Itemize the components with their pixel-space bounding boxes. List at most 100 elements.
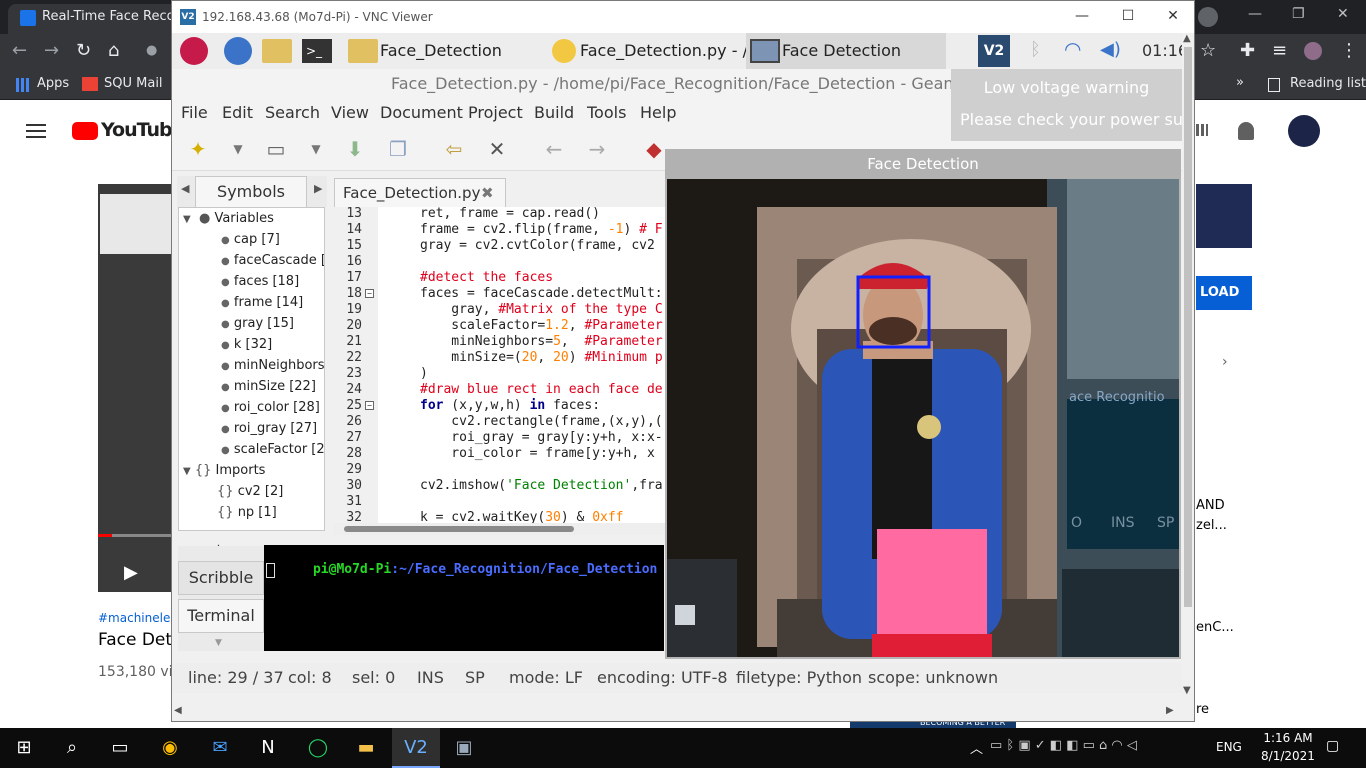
- code-editor[interactable]: 13 14 15 16 17 18 19 20 21 22 23 24 25 2…: [334, 207, 666, 523]
- editor-horizontal-scrollbar[interactable]: [334, 523, 666, 535]
- scroll-up-icon[interactable]: ▲: [1183, 33, 1191, 44]
- volume-icon[interactable]: ◀): [1100, 39, 1121, 60]
- tab-scroll-right-icon[interactable]: ▶: [314, 182, 322, 195]
- revert-icon[interactable]: ⇦: [442, 137, 466, 161]
- menu-tools[interactable]: Tools: [587, 103, 626, 122]
- save-all-icon[interactable]: ❐: [386, 137, 410, 161]
- bluetooth-icon[interactable]: ᛒ: [1030, 39, 1041, 60]
- task-face-window[interactable]: Face Detection: [746, 33, 946, 69]
- menu-view[interactable]: View: [331, 103, 369, 122]
- symbol-item[interactable]: {} cv2 [2]: [217, 481, 283, 502]
- symbol-item[interactable]: ● roi_gray [27]: [221, 418, 317, 439]
- notification-center-icon[interactable]: ▢: [1326, 738, 1339, 754]
- fold-marker-icon[interactable]: −: [365, 289, 374, 298]
- open-file-icon[interactable]: ▭: [264, 137, 288, 161]
- menu-edit[interactable]: Edit: [222, 103, 253, 122]
- search-icon[interactable]: ⌕: [48, 728, 96, 768]
- chrome-app-icon[interactable]: ◉: [146, 728, 194, 768]
- video-player[interactable]: ▶: [98, 184, 172, 592]
- symbol-item[interactable]: ● roi_color [28]: [221, 397, 320, 418]
- menu-search[interactable]: Search: [265, 103, 320, 122]
- chevron-right-icon[interactable]: ›: [1222, 354, 1228, 370]
- file-manager-icon[interactable]: [262, 39, 292, 63]
- task-view-icon[interactable]: ▭: [96, 728, 144, 768]
- msg-scroll-down-icon[interactable]: ▼: [215, 638, 222, 648]
- vscroll-thumb[interactable]: [1184, 47, 1192, 607]
- terminal-pane[interactable]: pi@Mo7d-Pi:~/Face_Recognition/Face_Detec…: [264, 545, 664, 651]
- chrome-close-icon[interactable]: ✕: [1337, 6, 1349, 22]
- windows-start-icon[interactable]: ⊞: [0, 728, 48, 768]
- scroll-left-icon[interactable]: ◀: [174, 705, 182, 716]
- play-icon[interactable]: ▶: [124, 562, 138, 583]
- scroll-right-icon[interactable]: ▶: [1166, 705, 1174, 716]
- wifi-icon[interactable]: ◠: [1064, 37, 1081, 61]
- scrollbar-thumb[interactable]: [344, 526, 574, 532]
- download-button[interactable]: LOAD: [1196, 276, 1252, 310]
- chrome-minimize-icon[interactable]: —: [1248, 6, 1262, 22]
- language-indicator[interactable]: ENG: [1216, 740, 1242, 754]
- youtube-logo-icon[interactable]: [72, 122, 98, 140]
- bookmark-star-icon[interactable]: ☆: [1200, 42, 1216, 60]
- symbol-item[interactable]: ● scaleFactor [20: [221, 439, 324, 460]
- home-icon[interactable]: ⌂: [108, 42, 119, 60]
- vnc-server-tray-icon[interactable]: V2: [978, 35, 1010, 67]
- menu-document[interactable]: Document: [380, 103, 463, 122]
- vnc-close-icon[interactable]: ✕: [1150, 1, 1196, 33]
- face-window-titlebar[interactable]: Face Detection: [665, 149, 1181, 179]
- compile-icon[interactable]: ◆: [642, 137, 666, 161]
- open-dropdown-icon[interactable]: ▼: [304, 137, 328, 161]
- task-geany[interactable]: Face_Detection.py - /...: [546, 33, 763, 69]
- bookmark-apps[interactable]: Apps: [37, 76, 69, 91]
- bookmarks-more-icon[interactable]: »: [1236, 75, 1244, 90]
- symbol-item[interactable]: ● gray [15]: [221, 313, 294, 334]
- system-tray-icons[interactable]: ▭ ᛒ ▣ ✓ ◧ ◧ ▭ ⌂ ◠ ◁: [990, 738, 1230, 753]
- tree-group-variables[interactable]: ▼ ● Variables: [183, 208, 274, 229]
- yt-avatar[interactable]: [1288, 115, 1320, 147]
- extensions-icon[interactable]: ✚: [1240, 42, 1255, 60]
- menu-help[interactable]: Help: [640, 103, 676, 122]
- tab-close-icon[interactable]: ✖: [481, 179, 494, 207]
- app-icon[interactable]: ▣: [440, 728, 488, 768]
- taskbar-date[interactable]: 8/1/2021: [1258, 749, 1318, 763]
- menu-build[interactable]: Build: [534, 103, 574, 122]
- symbol-item[interactable]: ● minNeighbors: [221, 355, 324, 376]
- video-hashtag[interactable]: #machinelear: [98, 611, 183, 625]
- vnc-minimize-icon[interactable]: —: [1059, 1, 1105, 33]
- tab-symbols[interactable]: Symbols: [195, 176, 307, 207]
- low-voltage-notification[interactable]: Low voltage warning Please check your po…: [951, 69, 1182, 141]
- media-icon[interactable]: ≡: [1272, 42, 1287, 60]
- vnc-horizontal-scrollbar[interactable]: ◀ ▶: [172, 703, 1182, 721]
- tree-group-imports[interactable]: ▼ {} Imports: [183, 460, 265, 481]
- notion-app-icon[interactable]: N: [244, 728, 292, 768]
- symbol-item[interactable]: ● minSize [22]: [221, 376, 316, 397]
- close-file-icon[interactable]: ✕: [485, 137, 509, 161]
- back-icon[interactable]: ←: [12, 42, 27, 60]
- taskbar-time[interactable]: 1:16 AM: [1258, 731, 1318, 745]
- reading-list-button[interactable]: Reading list: [1290, 76, 1366, 91]
- save-icon[interactable]: ⬇: [343, 137, 367, 161]
- tray-overflow-icon[interactable]: ︿: [970, 738, 983, 757]
- new-file-icon[interactable]: ✦: [186, 137, 210, 161]
- scroll-down-icon[interactable]: ▼: [1183, 685, 1191, 696]
- symbol-item[interactable]: ● faceCascade [5: [221, 250, 324, 271]
- symbol-item[interactable]: ● frame [14]: [221, 292, 303, 313]
- reload-icon[interactable]: ↻: [76, 42, 91, 60]
- vnc-titlebar[interactable]: V2 192.168.43.68 (Mo7d-Pi) - VNC Viewer …: [172, 1, 1194, 33]
- editor-tab[interactable]: Face_Detection.py ✖: [334, 178, 506, 208]
- fold-marker-icon[interactable]: −: [365, 401, 374, 410]
- symbol-item[interactable]: ● cap [7]: [221, 229, 280, 250]
- raspberry-menu-icon[interactable]: [180, 37, 208, 65]
- tab-scroll-left-icon[interactable]: ◀: [181, 182, 189, 195]
- chrome-restore-icon[interactable]: ❐: [1292, 6, 1305, 22]
- symbol-item[interactable]: ● faces [18]: [221, 271, 299, 292]
- yt-apps-icon[interactable]: [1196, 124, 1208, 136]
- task-folder-face-detection[interactable]: Face_Detection: [342, 33, 540, 69]
- yt-menu-icon[interactable]: [26, 124, 46, 138]
- vnc-vertical-scrollbar[interactable]: ▲ ▼: [1182, 33, 1194, 699]
- vnc-maximize-icon[interactable]: ☐: [1105, 1, 1151, 33]
- chrome-tab-search-icon[interactable]: [1198, 7, 1218, 27]
- new-dropdown-icon[interactable]: ▼: [226, 137, 250, 161]
- terminal-launcher-icon[interactable]: >_: [302, 39, 332, 63]
- tab-terminal[interactable]: Terminal: [178, 599, 264, 633]
- forward-icon[interactable]: →: [44, 42, 59, 60]
